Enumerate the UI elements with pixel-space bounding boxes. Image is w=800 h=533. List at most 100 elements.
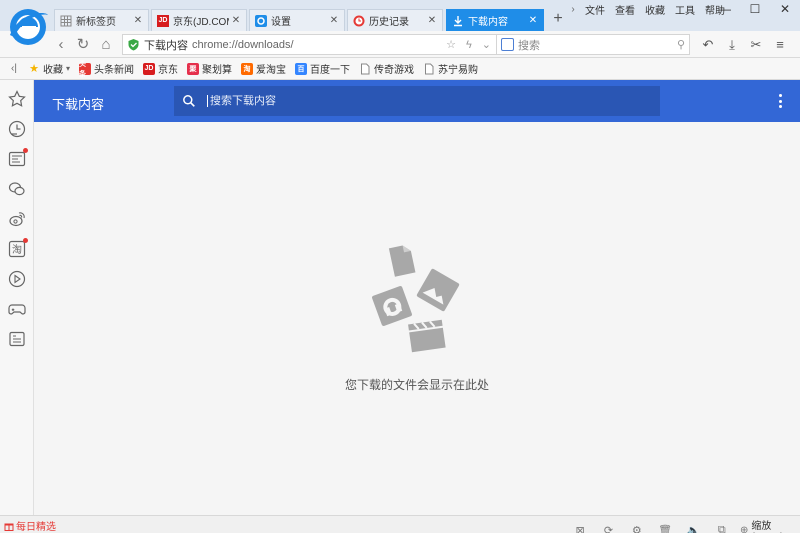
new-tab-button[interactable]: + [550,10,566,28]
wechat-icon[interactable] [8,180,26,198]
gear-icon [255,14,267,27]
browser-logo-icon [10,9,48,45]
baidu-icon: 百 [295,62,308,75]
daily-picks-label: 每日精选 [16,522,56,533]
chevron-down-icon[interactable]: ⌄ [482,38,491,51]
minimize-icon[interactable]: — [710,0,740,18]
address-url[interactable]: chrome://downloads/ [192,39,294,51]
more-menu-icon[interactable] [774,94,786,108]
taobao-icon: 淘 [241,62,254,75]
bookmark-toutiao[interactable]: 头条 头条新闻 [79,61,135,78]
sidebar-toggle-icon[interactable]: ‹| [0,63,28,74]
volume-icon[interactable]: 🔈 [679,524,707,533]
tab-label: 新标签页 [76,17,116,28]
history-clock-icon[interactable] [8,120,26,138]
downloads-toolbar: 下载内容 [34,80,800,122]
zoom-in-icon: ⊕ [739,524,749,533]
favorites-star-icon[interactable] [8,90,26,108]
bookmark-baidu[interactable]: 百 百度一下 [295,61,350,76]
bookmark-favorites[interactable]: ★ 收藏 ▾ [28,61,70,76]
star-icon[interactable]: ☆ [446,38,456,51]
bookmark-juhuasuan[interactable]: 聚 聚划算 [187,61,232,76]
search-engine-icon[interactable] [501,38,514,51]
menu-favorites[interactable]: 收藏 [645,2,665,17]
page-title: 下载内容 [52,97,105,112]
tab-new-tab[interactable]: 新标签页 ✕ [54,9,149,31]
notes-icon[interactable] [8,330,26,348]
copy-icon[interactable]: ⧉ [708,524,736,533]
window-menu: › 文件 查看 收藏 工具 帮助 [566,2,730,17]
bookmark-jd[interactable]: JD 京东 [143,61,178,76]
close-icon[interactable]: ✕ [229,15,243,26]
star-folder-icon: ★ [29,63,39,75]
sync-icon[interactable]: ⟳ [594,524,622,533]
search-placeholder: 搜索 [518,39,540,52]
status-tools: ⊠ ⟳ ⚙ 🗑 🔈 ⧉ ⊕ 缩放(100%) [566,517,800,533]
gamepad-icon[interactable] [8,300,26,318]
menu-view[interactable]: 查看 [615,2,635,17]
download-icon[interactable]: ⤓ [720,35,744,55]
daily-picks-link[interactable]: 每日精选 [4,518,56,533]
play-video-icon[interactable] [8,270,26,288]
weibo-icon[interactable] [8,210,26,228]
downloads-page: 下载内容 搜索下载内容 您下载的文件会显示在此处 [34,80,800,515]
empty-message: 您下载的文件会显示在此处 [344,378,489,392]
trash-icon[interactable]: 🗑 [651,524,679,533]
tab-history[interactable]: 历史记录 ✕ [347,9,443,31]
tab-downloads[interactable]: 下载内容 ✕ [446,9,544,31]
window-controls: — ☐ ✕ [710,0,800,18]
navigation-bar: ‹ ↻ ⌂ 下载内容 chrome://downloads/ ☆ ϟ ⌄ 搜索 … [0,31,800,58]
caret-down-icon: ▾ [66,64,71,73]
tab-bar: 新标签页 ✕ JD 京东(JD.COM)- ✕ 设置 ✕ 历史记录 ✕ 下载内容… [0,0,800,45]
notification-dot [23,148,28,153]
page-icon [425,63,434,74]
image-icon [416,268,460,312]
refresh-icon[interactable]: ↻ [74,36,92,54]
bookmark-label: 苏宁易购 [438,65,479,76]
close-icon[interactable]: ✕ [131,15,145,26]
settings-gear-icon[interactable]: ⚙ [623,524,651,533]
maximize-icon[interactable]: ☐ [740,0,770,18]
bookmark-label: 聚划算 [202,65,233,76]
bookmarks-bar: ‹| ★ 收藏 ▾ 头条 头条新闻 JD 京东 聚 聚划算 淘 爱淘宝 百 百度… [0,58,800,80]
menu-icon[interactable]: ≡ [768,35,792,55]
bookmark-chuanqi[interactable]: 传奇游戏 [359,61,414,76]
back-icon[interactable]: ‹ [52,36,70,54]
news-icon[interactable] [8,148,28,168]
downloads-search-input[interactable] [207,95,627,107]
address-bar[interactable]: 下载内容 chrome://downloads/ ☆ ϟ ⌄ [122,34,497,55]
browser-window: 新标签页 ✕ JD 京东(JD.COM)- ✕ 设置 ✕ 历史记录 ✕ 下载内容… [0,0,800,533]
menu-tools[interactable]: 工具 [675,2,695,17]
lightning-icon[interactable]: ϟ [466,39,472,51]
bookmark-label: 头条新闻 [94,65,135,76]
undo-icon[interactable]: ↶ [696,35,720,55]
zoom-label: 缩放(100%) [751,521,783,533]
search-box[interactable]: 搜索 ⚲ [496,34,690,55]
document-icon [388,245,416,277]
tab-settings[interactable]: 设置 ✕ [249,9,345,31]
zoom-control[interactable]: ⊕ 缩放(100%) [740,517,800,533]
scissors-icon[interactable]: ✂ [744,35,768,55]
tab-jd[interactable]: JD 京东(JD.COM)- ✕ [151,9,247,31]
bookmark-suning[interactable]: 苏宁易购 [423,61,478,76]
downloads-search[interactable] [174,86,660,116]
close-icon[interactable]: ✕ [327,15,341,26]
jd-icon: JD [143,62,156,75]
home-icon[interactable]: ⌂ [97,36,115,54]
search-icon[interactable]: ⚲ [677,38,685,51]
notification-dot [23,238,28,243]
tab-label: 设置 [271,17,291,28]
menu-file[interactable]: 文件 [585,2,605,17]
close-window-icon[interactable]: ✕ [770,0,800,18]
close-icon[interactable]: ✕ [526,15,540,26]
left-sidebar: 淘 [0,80,34,515]
nav-tools: ↶ ⤓ ✂ ≡ [696,35,792,55]
screenshot-icon[interactable]: ⊠ [566,524,594,533]
close-icon[interactable]: ✕ [425,15,439,26]
bookmark-label: 传奇游戏 [374,65,415,76]
taobao-icon[interactable]: 淘 [8,238,28,258]
news-icon: 头条 [79,61,92,78]
chevron-right-icon[interactable]: › [566,4,580,15]
bookmark-taobao[interactable]: 淘 爱淘宝 [241,61,286,76]
download-icon [454,15,462,26]
